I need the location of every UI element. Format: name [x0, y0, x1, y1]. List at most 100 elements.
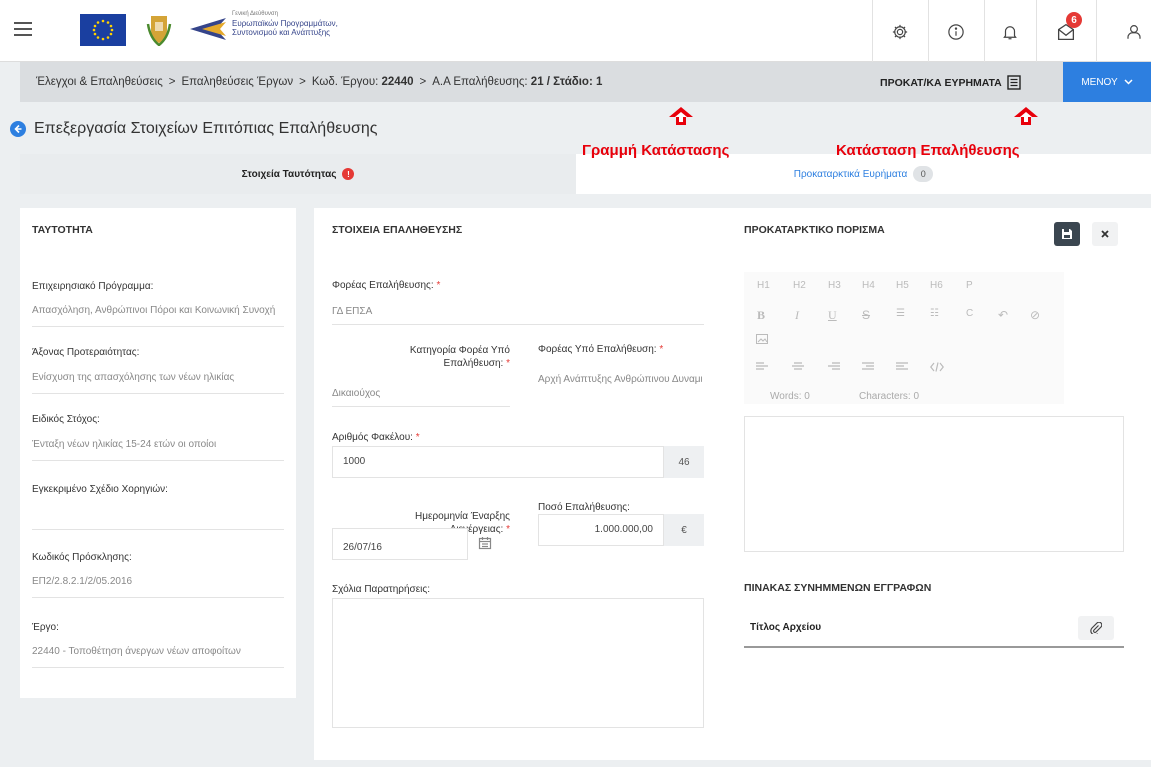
cyprus-emblem-logo — [146, 12, 172, 47]
heading2-tool[interactable]: H2 — [793, 280, 806, 291]
eu-flag-logo — [80, 14, 126, 46]
verification-body-label: Φορέας Επαλήθευσης: * — [332, 280, 440, 291]
ministry-arrow-logo — [190, 16, 226, 42]
top-separator — [928, 0, 929, 62]
italic-tool[interactable]: I — [795, 308, 799, 323]
tab-preliminary-findings[interactable]: Προκαταρκτικά Ευρήματα 0 — [576, 154, 1151, 194]
identity-panel-title: ΤΑΥΤΟΤΗΤΑ — [32, 224, 93, 236]
top-separator — [984, 0, 985, 62]
file-number-input[interactable]: 1000 — [332, 446, 664, 478]
close-button[interactable] — [1092, 222, 1118, 246]
project-label: Έργο: — [32, 622, 59, 633]
mail-icon[interactable]: 6 — [1052, 12, 1082, 46]
currency-addon: € — [664, 514, 704, 546]
top-separator — [1036, 0, 1037, 62]
required-mark: * — [415, 432, 420, 443]
operational-program-label: Επιχειρησιακό Πρόγραμμα: — [32, 281, 154, 292]
call-code-label: Κωδικός Πρόσκλησης: — [32, 552, 132, 563]
numbered-list-tool[interactable]: ☷ — [930, 308, 939, 319]
gear-icon[interactable] — [886, 18, 914, 46]
align-left-icon[interactable] — [756, 362, 768, 375]
breadcrumb-project-checks[interactable]: Επαληθεύσεις Έργων — [181, 76, 293, 88]
required-mark: * — [659, 344, 664, 355]
heading6-tool[interactable]: H6 — [930, 280, 943, 291]
body-under-verification-value[interactable]: Αρχή Ανάπτυξης Ανθρώπινου Δυναμικού — [538, 374, 702, 385]
attach-file-button[interactable] — [1078, 616, 1114, 640]
heading5-tool[interactable]: H5 — [896, 280, 909, 291]
start-date-label-line1: Ημερομηνία Έναρξης — [415, 511, 510, 522]
character-count: Characters: 0 — [859, 391, 920, 402]
logo-text-line3: Συντονισμού και Ανάπτυξης — [232, 28, 331, 37]
verification-amount-input[interactable]: 1.000.000,00 — [538, 514, 664, 546]
paragraph-tool[interactable]: P — [966, 280, 973, 291]
info-icon[interactable] — [942, 18, 970, 46]
annotation-arrow-up-icon — [1014, 107, 1038, 125]
document-icon — [1007, 75, 1021, 90]
body-under-verification-label-text: Φορέας Υπό Επαλήθευση: — [538, 344, 657, 355]
project-value: 22440 - Τοποθέτηση άνεργων νέων αποφοίτω… — [32, 646, 284, 668]
menu-button[interactable]: ΜΕΝΟΥ — [1063, 62, 1151, 102]
code-view-icon[interactable] — [930, 362, 944, 375]
attachments-table-header: Τίτλος Αρχείου — [744, 608, 1124, 648]
align-center-icon[interactable] — [792, 362, 804, 375]
heading3-tool[interactable]: H3 — [828, 280, 841, 291]
breadcrumb-project-code: 22440 — [381, 76, 414, 88]
bold-tool[interactable]: B — [757, 308, 765, 323]
start-date-input[interactable]: 26/07/16 — [332, 528, 468, 560]
status-bar: Έλεγχοι & Επαληθεύσεις > Επαληθεύσεις Έργω… — [20, 62, 1151, 102]
verification-status-annotation: Κατάσταση Επαλήθευσης — [836, 142, 1020, 159]
breadcrumb-checks[interactable]: Έλεγχοι & Επαληθεύσεις — [36, 76, 163, 88]
grant-plan-value — [32, 508, 284, 530]
verification-section-title: ΣΤΟΙΧΕΙΑ ΕΠΑΛΗΘΕΥΣΗΣ — [332, 224, 463, 236]
status-line-annotation: Γραμμή Κατάστασης — [582, 142, 730, 159]
preliminary-findings-button[interactable]: ΠΡΟΚΑΤ/ΚΑ ΕΥΡΗΜΑΤΑ — [880, 75, 1021, 90]
breadcrumb-verification-stage: 21 / Στάδιο: 1 — [530, 76, 603, 88]
calendar-icon[interactable] — [478, 536, 492, 553]
clear-format-tool[interactable]: ⊘ — [1030, 308, 1040, 322]
priority-axis-value: Ενίσχυση της απασχόλησης των νέων ηλικία… — [32, 372, 284, 394]
heading1-tool[interactable]: H1 — [757, 280, 770, 291]
specific-goal-label: Ειδικός Στόχος: — [32, 414, 100, 425]
underline-tool[interactable]: U — [828, 308, 837, 323]
required-mark: * — [506, 358, 510, 369]
bell-icon[interactable] — [996, 18, 1024, 46]
insert-image-icon[interactable] — [756, 334, 768, 347]
strikethrough-tool[interactable]: S — [862, 308, 870, 322]
page-title-text: Επεξεργασία Στοιχείων Επιτόπιας Επαλήθευ… — [34, 120, 378, 137]
heading4-tool[interactable]: H4 — [862, 280, 875, 291]
undo-tool[interactable]: ↶ — [998, 308, 1008, 322]
breadcrumb-separator: > — [168, 76, 176, 88]
tab-identity-label: Στοιχεία Ταυτότητας — [241, 168, 337, 180]
body-category-value[interactable]: Δικαιούχος — [332, 388, 380, 399]
bullet-list-tool[interactable]: ☰ — [896, 308, 905, 319]
hamburger-menu-icon[interactable] — [14, 22, 32, 36]
comments-textarea[interactable] — [332, 598, 704, 728]
redo-tool[interactable]: C — [966, 308, 973, 319]
tab-identity[interactable]: Στοιχεία Ταυτότητας ! — [20, 154, 576, 194]
outdent-icon[interactable] — [896, 362, 908, 375]
align-right-icon[interactable] — [828, 362, 840, 375]
indent-icon[interactable] — [862, 362, 874, 375]
menu-label: ΜΕΝΟΥ — [1081, 76, 1118, 88]
breadcrumb-project-code-label: Κωδ. Έργου: — [311, 76, 379, 88]
logo-text-line2: Ευρωπαϊκών Προγραμμάτων, — [232, 19, 338, 28]
user-icon[interactable] — [1120, 18, 1148, 46]
preliminary-findings-label: ΠΡΟΚΑΤ/ΚΑ ΕΥΡΗΜΑΤΑ — [880, 76, 1002, 89]
priority-axis-label: Άξονας Προτεραιότητας: — [32, 347, 140, 358]
attachments-section-title: ΠΙΝΑΚΑΣ ΣΥΝΗΜΜΕΝΩΝ ΕΓΓΡΑΦΩΝ — [744, 582, 932, 594]
conclusion-editor[interactable] — [744, 416, 1124, 552]
file-number-label-text: Αριθμός Φακέλου: — [332, 432, 413, 443]
breadcrumb-separator: > — [419, 76, 427, 88]
save-button[interactable] — [1054, 222, 1080, 246]
back-arrow-icon[interactable] — [10, 121, 26, 137]
floppy-disk-icon — [1062, 229, 1072, 239]
verification-body-label-text: Φορέας Επαλήθευσης: — [332, 280, 434, 291]
conclusion-section-title: ΠΡΟΚΑΤΑΡΚΤΙΚΟ ΠΟΡΙΣΜΑ — [744, 224, 885, 236]
tab-findings-label: Προκαταρκτικά Ευρήματα — [793, 168, 908, 180]
field-underline — [332, 324, 704, 325]
operational-program-value: Απασχόληση, Ανθρώπινοι Πόροι και Κοινωνι… — [32, 305, 284, 327]
page-title: Επεξεργασία Στοιχείων Επιτόπιας Επαλήθευ… — [10, 120, 377, 138]
logo-text-line1: Γενική Διεύθυνση — [232, 11, 278, 17]
error-badge: ! — [342, 168, 355, 180]
identity-panel: ΤΑΥΤΟΤΗΤΑ Επιχειρησιακό Πρόγραμμα: Απασχ… — [20, 208, 296, 698]
